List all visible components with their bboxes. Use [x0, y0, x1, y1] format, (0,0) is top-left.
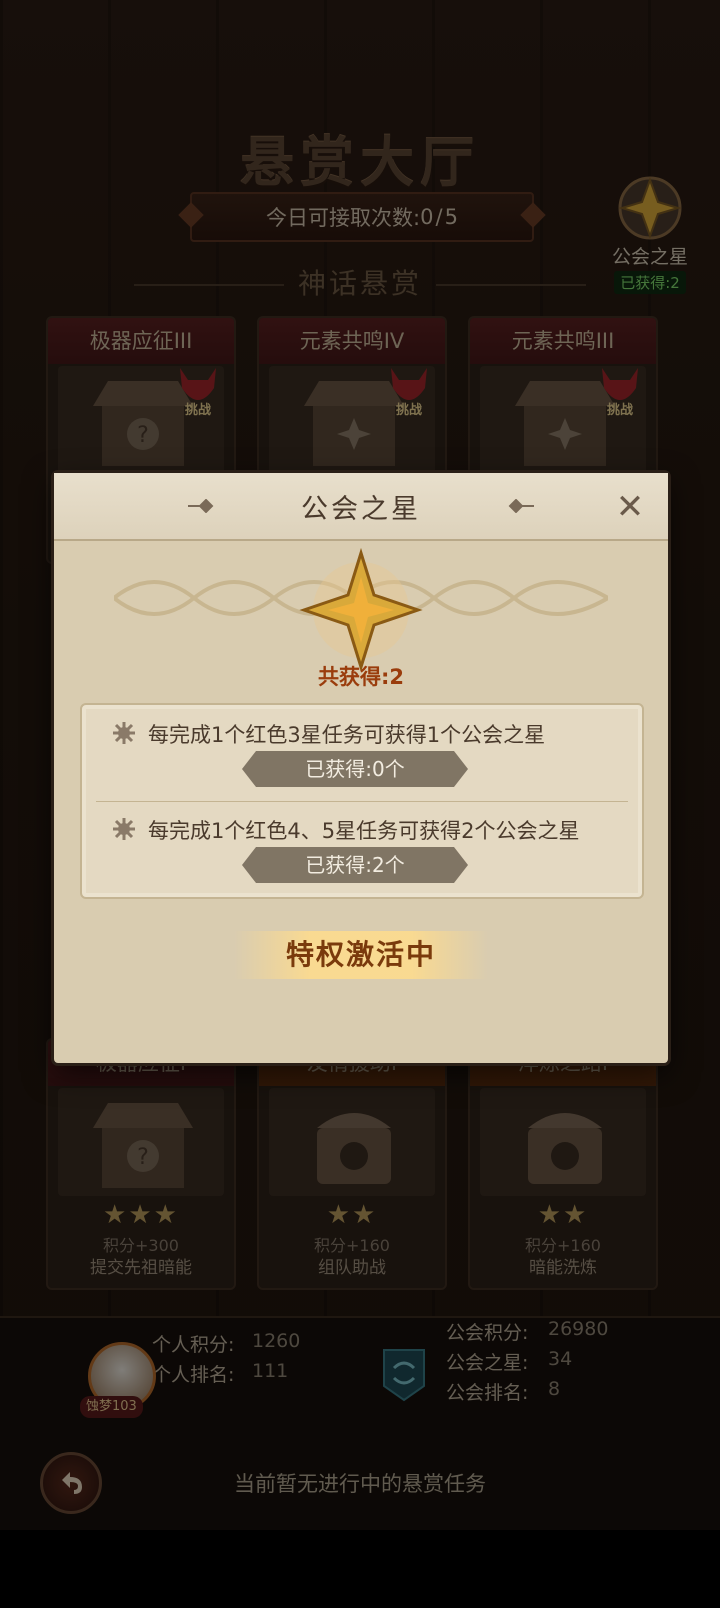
task-card-image: 挑战 [480, 366, 646, 474]
task-desc: 提交先祖暗能 [90, 1258, 192, 1278]
quota-total: 5 [444, 205, 458, 229]
challenge-demon-icon: 挑战 [602, 368, 638, 418]
task-card-image: ? 挑战 [58, 366, 224, 474]
challenge-demon-icon: 挑战 [391, 368, 427, 418]
task-card-image [269, 1088, 435, 1196]
quota-label: 今日可接取次数: [266, 206, 421, 230]
task-desc: 暗能洗炼 [529, 1258, 597, 1278]
task-card-title: 极器应征III [48, 318, 234, 364]
guild-star-icon [618, 176, 682, 240]
task-card-image: ? [58, 1088, 224, 1196]
daily-quota-bar: 今日可接取次数: 0 / 5 [190, 192, 534, 242]
bottom-bar [0, 1530, 720, 1608]
total-obtained: 共获得:2 [317, 665, 404, 689]
gear-bullet-icon [113, 818, 135, 840]
privilege-active-label: 特权激活中 [234, 931, 488, 979]
task-card-title: 元素共鸣IV [259, 318, 445, 364]
guild-points-value: 26980 [548, 1318, 609, 1340]
guild-stars-value: 34 [548, 1348, 573, 1370]
svg-text:?: ? [137, 423, 149, 448]
rule-text: 每完成1个红色3星任务可获得1个公会之星 [148, 723, 546, 747]
task-card[interactable]: 淬炼之路I ★★ 积分+160 暗能洗炼 [468, 1038, 658, 1290]
task-desc: 组队助战 [318, 1258, 386, 1278]
svg-text:?: ? [137, 1145, 149, 1170]
challenge-demon-icon: 挑战 [180, 368, 216, 418]
guild-star-icon [299, 547, 423, 673]
treasure-chest-icon [528, 1113, 602, 1184]
task-stars: ★★★ [103, 1200, 179, 1230]
dialog-title: 公会之星 [301, 494, 421, 525]
quota-used: 0 [420, 205, 434, 229]
svg-text:挑战: 挑战 [396, 402, 422, 418]
obtained-pill: 已获得:0个 [242, 751, 468, 787]
divider [96, 801, 628, 802]
personal-points-label: 个人积分: [152, 1334, 235, 1356]
obtained-pill: 已获得:2个 [242, 847, 468, 883]
guild-points-label: 公会积分: [446, 1322, 529, 1344]
no-task-message: 当前暂无进行中的悬赏任务 [234, 1472, 486, 1496]
task-card[interactable]: 友情援助I ★★ 积分+160 组队助战 [257, 1038, 447, 1290]
personal-points-value: 1260 [252, 1330, 301, 1352]
guild-rank-label: 公会排名: [446, 1382, 529, 1404]
svg-text:挑战: 挑战 [607, 402, 633, 418]
svg-text:挑战: 挑战 [185, 402, 211, 418]
task-stars: ★★ [326, 1200, 378, 1230]
level-tag: 蚀梦103 [80, 1396, 143, 1418]
shop-stall-icon: ? [93, 1103, 193, 1188]
personal-rank-value: 111 [252, 1360, 289, 1382]
guild-stars-label: 公会之星: [446, 1352, 529, 1374]
gear-bullet-icon [113, 722, 135, 744]
task-card-image [480, 1088, 646, 1196]
section-title: 神话悬赏 [0, 262, 720, 302]
task-card-title: 元素共鸣III [470, 318, 656, 364]
guild-star-dialog: 公会之星 ✕ 共获得:2 每完成1个红色3星任务可获得1个公会之星 已获得:0个… [54, 473, 668, 1063]
guild-emblem-icon[interactable] [380, 1346, 428, 1402]
rules-panel: 每完成1个红色3星任务可获得1个公会之星 已获得:0个 每完成1个红色4、5星任… [80, 703, 644, 899]
ornament-icon [508, 499, 534, 513]
close-button[interactable]: ✕ [610, 487, 650, 527]
rule-text: 每完成1个红色4、5星任务可获得2个公会之星 [148, 819, 580, 843]
treasure-chest-icon [317, 1113, 391, 1184]
dialog-header: 公会之星 ✕ [54, 473, 668, 541]
personal-rank-label: 个人排名: [152, 1364, 235, 1386]
guild-rank-value: 8 [548, 1378, 561, 1400]
task-card-image: 挑战 [269, 366, 435, 474]
task-card[interactable]: 极器应征I ? ★★★ 积分+300 提交先祖暗能 [46, 1038, 236, 1290]
task-stars: ★★ [537, 1200, 589, 1230]
